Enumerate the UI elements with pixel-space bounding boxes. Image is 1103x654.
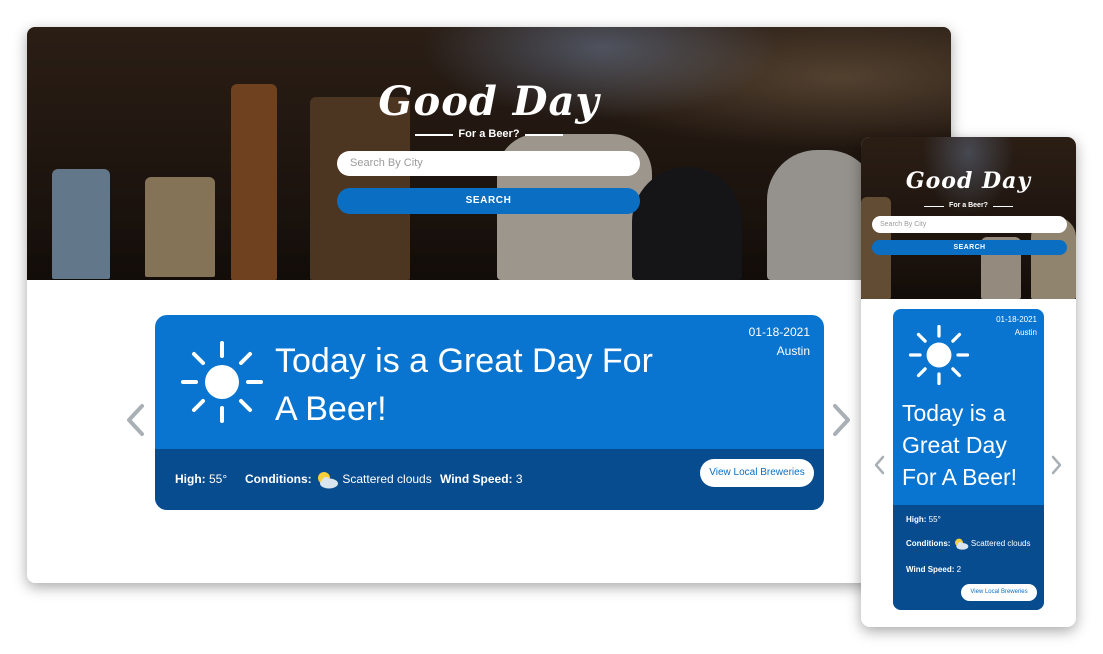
view-breweries-button[interactable]: View Local Breweries bbox=[700, 459, 814, 487]
mobile-search-button[interactable]: SEARCH bbox=[872, 240, 1067, 255]
conditions-value: Scattered clouds bbox=[970, 539, 1031, 549]
forecast-meta: 01-18-2021 Austin bbox=[996, 313, 1037, 339]
chevron-left-icon[interactable] bbox=[125, 403, 147, 437]
chevron-right-icon[interactable] bbox=[1050, 455, 1063, 475]
conditions-label: Conditions: bbox=[245, 472, 312, 487]
mobile-search-input[interactable]: Search By City bbox=[872, 216, 1067, 233]
logo-tagline: For a Beer? bbox=[924, 202, 1013, 209]
view-breweries-button[interactable]: View Local Breweries bbox=[961, 584, 1037, 601]
forecast-card: Today is a Great Day For A Beer! 01-18-2… bbox=[155, 315, 824, 510]
conditions: Conditions: Scattered clouds bbox=[906, 538, 1031, 550]
chevron-right-icon[interactable] bbox=[830, 403, 852, 437]
sun-icon bbox=[909, 325, 969, 385]
high-temp: High: 55° bbox=[175, 471, 227, 487]
forecast-date: 01-18-2021 bbox=[748, 325, 810, 339]
search-input[interactable]: Search By City bbox=[337, 151, 640, 176]
logo-title: Good Day bbox=[905, 168, 1032, 194]
conditions-label: Conditions: bbox=[906, 539, 951, 549]
forecast-city: Austin bbox=[1014, 328, 1037, 337]
wind-speed: Wind Speed: 2 bbox=[906, 564, 961, 576]
sun-icon bbox=[181, 341, 263, 423]
high-value: 55° bbox=[928, 515, 941, 524]
search-button[interactable]: SEARCH bbox=[337, 188, 640, 214]
wind-label: Wind Speed: bbox=[906, 565, 955, 574]
wind-speed: Wind Speed: 3 bbox=[440, 471, 523, 487]
site-logo: Good Day For a Beer? bbox=[27, 80, 951, 142]
partly-cloudy-icon bbox=[318, 472, 338, 489]
mobile-forecast-card: 01-18-2021 Austin Today is a Great Day F… bbox=[893, 309, 1044, 610]
forecast-meta: 01-18-2021 Austin bbox=[749, 323, 810, 361]
forecast-details: High: 55° Conditions: Scattered clouds W… bbox=[893, 505, 1044, 610]
desktop-preview: Good Day For a Beer? Search By City SEAR… bbox=[27, 27, 951, 583]
wind-value: 3 bbox=[515, 472, 523, 486]
high-label: High: bbox=[906, 515, 927, 524]
high-label: High: bbox=[175, 472, 206, 486]
wind-value: 2 bbox=[956, 565, 962, 574]
high-temp: High: 55° bbox=[906, 514, 941, 526]
forecast-date: 01-18-2021 bbox=[996, 315, 1037, 324]
high-value: 55° bbox=[209, 472, 228, 486]
logo-title: Good Day bbox=[378, 78, 600, 125]
hero-banner: Good Day For a Beer? Search By City SEAR… bbox=[27, 27, 951, 280]
mobile-site-logo: Good Day For a Beer? bbox=[861, 168, 1076, 212]
forecast-headline: Today is a Great Day For A Beer! bbox=[275, 342, 653, 428]
partly-cloudy-icon bbox=[954, 538, 969, 550]
conditions-value: Scattered clouds bbox=[342, 472, 432, 487]
forecast-details: High: 55° Conditions: Scattered clouds W… bbox=[155, 449, 824, 510]
mobile-hero-banner: Good Day For a Beer? Search By City SEAR… bbox=[861, 137, 1076, 299]
forecast-headline: Today is a Great Day For A Beer! bbox=[902, 400, 1018, 490]
logo-tagline: For a Beer? bbox=[415, 128, 563, 140]
chevron-left-icon[interactable] bbox=[873, 455, 886, 475]
conditions: Conditions: Scattered clouds bbox=[245, 471, 432, 489]
mobile-preview: Good Day For a Beer? Search By City SEAR… bbox=[861, 137, 1076, 627]
forecast-city: Austin bbox=[776, 344, 810, 358]
wind-label: Wind Speed: bbox=[440, 472, 513, 486]
